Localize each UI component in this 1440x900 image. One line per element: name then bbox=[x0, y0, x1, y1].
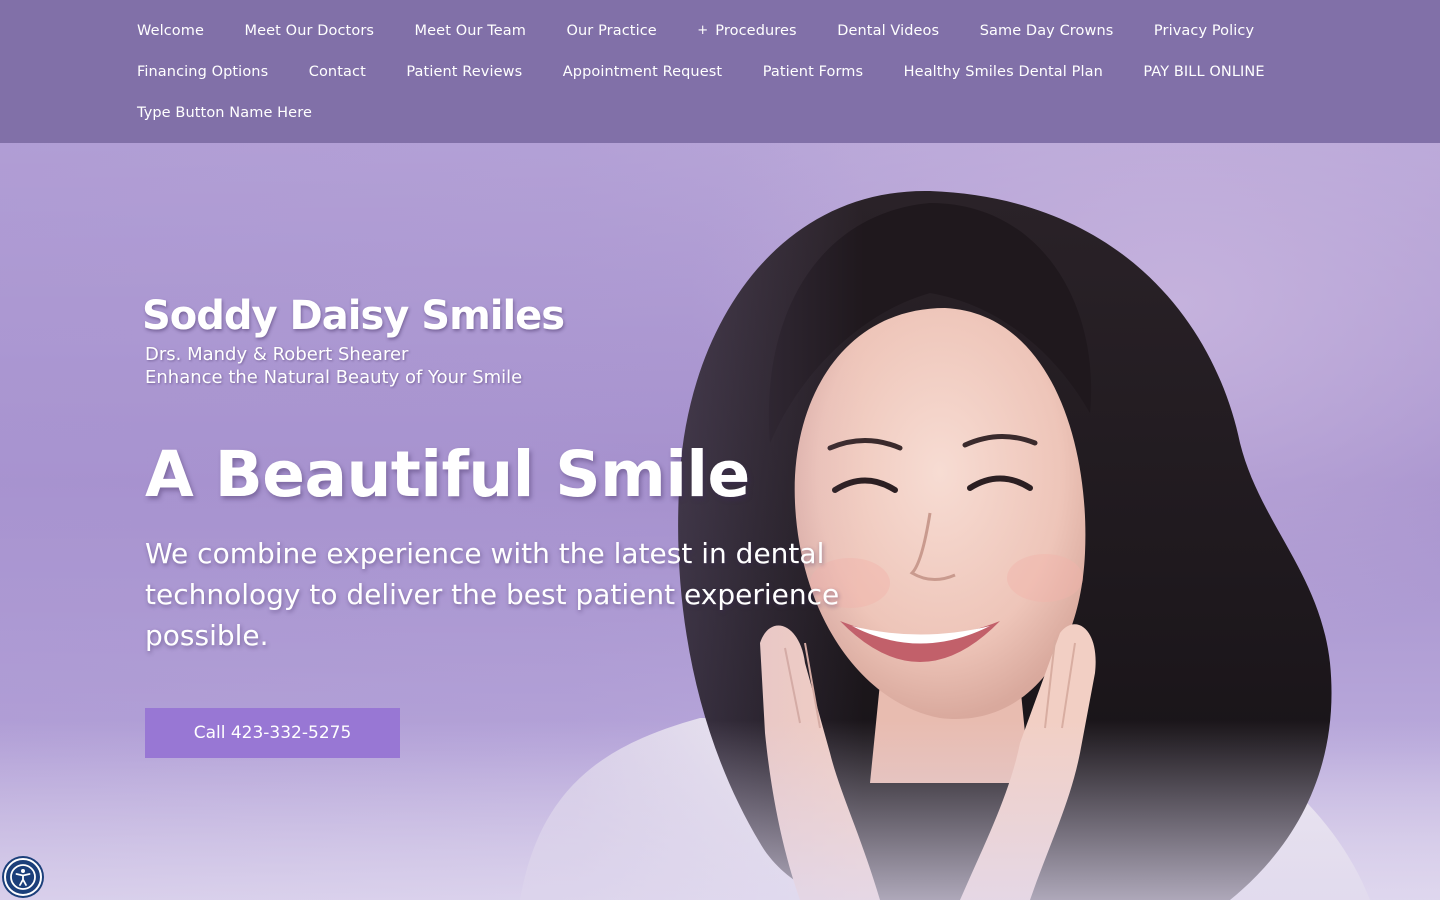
nav-item-meet-our-team[interactable]: Meet Our Team bbox=[415, 23, 526, 39]
hero-headline: A Beautiful Smile bbox=[145, 438, 750, 511]
nav-item-patient-forms[interactable]: Patient Forms bbox=[763, 64, 863, 80]
nav-item-same-day-crowns[interactable]: Same Day Crowns bbox=[980, 23, 1114, 39]
nav-item-contact[interactable]: Contact bbox=[309, 64, 366, 80]
hero-tagline: We combine experience with the latest in… bbox=[145, 537, 840, 652]
hero-photo bbox=[520, 190, 1370, 900]
nav-row-1: Welcome Meet Our Doctors Meet Our Team O… bbox=[137, 10, 1440, 51]
nav-item-patient-reviews[interactable]: Patient Reviews bbox=[406, 64, 522, 80]
main-navigation: Welcome Meet Our Doctors Meet Our Team O… bbox=[0, 0, 1440, 143]
hero-section: Soddy Daisy Smiles Drs. Mandy & Robert S… bbox=[0, 143, 1440, 900]
accessibility-icon bbox=[10, 864, 36, 890]
nav-item-welcome[interactable]: Welcome bbox=[137, 23, 204, 39]
nav-item-appointment-request[interactable]: Appointment Request bbox=[563, 64, 722, 80]
brand-logo-text: Soddy Daisy Smiles bbox=[142, 293, 565, 339]
nav-item-our-practice[interactable]: Our Practice bbox=[567, 23, 657, 39]
doctors-names: Drs. Mandy & Robert Shearer bbox=[145, 344, 409, 365]
nav-item-pay-bill-online[interactable]: PAY BILL ONLINE bbox=[1143, 64, 1264, 80]
nav-item-meet-our-doctors[interactable]: Meet Our Doctors bbox=[245, 23, 375, 39]
nav-item-privacy-policy[interactable]: Privacy Policy bbox=[1154, 23, 1254, 39]
nav-row-2: Financing Options Contact Patient Review… bbox=[137, 51, 1440, 92]
nav-row-3: Type Button Name Here bbox=[137, 92, 1440, 133]
plus-icon: + bbox=[697, 23, 709, 38]
accessibility-button[interactable] bbox=[4, 858, 42, 896]
nav-item-healthy-smiles-dental-plan[interactable]: Healthy Smiles Dental Plan bbox=[904, 64, 1103, 80]
brand-slogan: Enhance the Natural Beauty of Your Smile bbox=[145, 367, 523, 388]
call-button[interactable]: Call 423-332-5275 bbox=[145, 708, 400, 758]
nav-item-financing-options[interactable]: Financing Options bbox=[137, 64, 268, 80]
nav-item-dental-videos[interactable]: Dental Videos bbox=[837, 23, 939, 39]
nav-item-custom-button[interactable]: Type Button Name Here bbox=[137, 105, 312, 121]
nav-item-procedures[interactable]: + Procedures bbox=[697, 23, 796, 39]
nav-item-procedures-label: Procedures bbox=[715, 22, 797, 39]
